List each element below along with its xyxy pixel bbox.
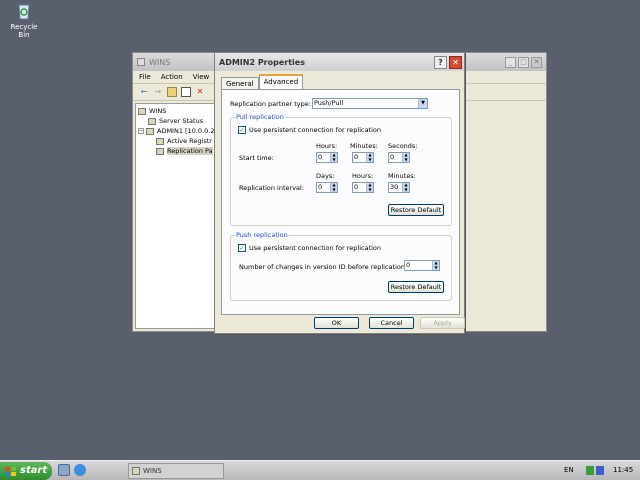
internet-explorer-icon[interactable]: [74, 464, 86, 476]
partner-type-select[interactable]: Push/Pull ▼: [312, 98, 428, 109]
start-seconds-spinner[interactable]: 0 ▲ ▼: [388, 152, 410, 163]
close-button[interactable]: ✕: [531, 56, 542, 68]
clock[interactable]: 11:45: [613, 466, 633, 474]
server-status-icon: [148, 117, 156, 125]
interval-days-header: Days:: [316, 172, 335, 180]
interval-hours-header: Hours:: [352, 172, 374, 180]
changes-spinner[interactable]: 0 ▲ ▼: [404, 260, 440, 271]
pull-persistent-checkbox[interactable]: ✓ Use persistent connection for replicat…: [238, 126, 381, 134]
volume-icon[interactable]: [596, 466, 604, 475]
tree-node-wins[interactable]: WINS: [138, 106, 214, 116]
start-button[interactable]: start: [0, 462, 52, 480]
changes-label: Number of changes in version ID before r…: [239, 263, 408, 271]
start-minutes-spinner[interactable]: 0 ▲ ▼: [352, 152, 374, 163]
wins-app-icon: [137, 58, 145, 66]
help-button[interactable]: ?: [434, 55, 447, 69]
start-time-label: Start time:: [239, 154, 274, 162]
delete-icon[interactable]: ✕: [195, 87, 205, 97]
pull-restore-default-button[interactable]: Restore Default: [388, 204, 444, 216]
collapse-toggle-icon[interactable]: −: [138, 128, 144, 134]
cancel-button[interactable]: Cancel: [369, 317, 414, 329]
dialog-title: ADMIN2 Properties: [219, 57, 305, 67]
interval-minutes-spinner[interactable]: 30 ▲ ▼: [388, 182, 410, 193]
ok-button[interactable]: OK: [314, 317, 359, 329]
up-folder-icon[interactable]: [167, 87, 177, 97]
interval-minutes-header: Minutes:: [388, 172, 416, 180]
recycle-bin-icon[interactable]: Recycle Bin: [4, 2, 44, 39]
tree-node-replication-partners[interactable]: Replication Pa: [138, 146, 214, 156]
wins-title: WINS: [149, 57, 171, 67]
menu-view[interactable]: View: [193, 73, 210, 81]
tree-node-server-status[interactable]: Server Status: [138, 116, 214, 126]
wins-app-icon: [132, 467, 140, 475]
taskbar: start WINS EN 11:45: [0, 460, 640, 480]
push-restore-default-button[interactable]: Restore Default: [388, 281, 444, 293]
show-tree-icon[interactable]: [181, 87, 191, 97]
chevron-down-icon[interactable]: ▼: [418, 99, 427, 108]
taskbar-item-wins[interactable]: WINS: [128, 463, 224, 479]
push-persistent-checkbox[interactable]: ✓ Use persistent connection for replicat…: [238, 244, 381, 252]
tab-advanced[interactable]: Advanced: [258, 74, 304, 89]
dialog-close-button[interactable]: ✕: [449, 55, 462, 69]
wins-node-icon: [138, 107, 146, 115]
interval-hours-spinner[interactable]: 0 ▲ ▼: [352, 182, 374, 193]
minimize-button[interactable]: _: [505, 56, 516, 68]
start-seconds-header: Seconds:: [388, 142, 418, 150]
start-hours-spinner[interactable]: 0 ▲ ▼: [316, 152, 338, 163]
push-group-title: Push replication: [235, 231, 289, 239]
advanced-tab-panel: Replication partner type: Push/Pull ▼ Pu…: [221, 89, 465, 355]
tab-page: Replication partner type: Push/Pull ▼ Pu…: [221, 89, 460, 315]
console-tree: WINS Server Status − ADMIN1 [10.0.0.2 Ac…: [135, 103, 217, 329]
forward-arrow-icon[interactable]: →: [153, 87, 163, 97]
start-minutes-header: Minutes:: [350, 142, 378, 150]
trash-icon: [16, 2, 32, 20]
properties-dialog[interactable]: ADMIN2 Properties ? ✕ General Advanced R…: [214, 52, 465, 334]
back-arrow-icon[interactable]: ←: [139, 87, 149, 97]
tree-node-active-registrations[interactable]: Active Registr: [138, 136, 214, 146]
dialog-tabs: General Advanced: [221, 74, 304, 90]
network-icon[interactable]: [586, 466, 594, 475]
language-indicator[interactable]: EN: [564, 466, 574, 474]
recycle-bin-label: Recycle Bin: [10, 23, 38, 39]
dialog-title-bar[interactable]: ADMIN2 Properties ? ✕: [215, 53, 464, 71]
start-hours-header: Hours:: [316, 142, 338, 150]
replication-icon: [156, 147, 164, 155]
server-icon: [146, 127, 154, 135]
menu-file[interactable]: File: [139, 73, 151, 81]
folder-icon: [156, 137, 164, 145]
show-desktop-icon[interactable]: [58, 464, 70, 476]
partner-type-label: Replication partner type:: [230, 100, 311, 108]
maximize-button[interactable]: □: [518, 56, 529, 68]
quick-launch: [58, 464, 86, 476]
pull-group-title: Pull replication: [235, 113, 285, 121]
windows-logo-icon: [5, 466, 16, 476]
tree-node-admin1[interactable]: − ADMIN1 [10.0.0.2: [138, 126, 214, 136]
checkmark-icon: ✓: [238, 126, 246, 134]
interval-label: Replication interval:: [239, 184, 305, 192]
system-tray: EN 11:45: [558, 463, 640, 479]
checkmark-icon: ✓: [238, 244, 246, 252]
interval-days-spinner[interactable]: 0 ▲ ▼: [316, 182, 338, 193]
menu-action[interactable]: Action: [161, 73, 183, 81]
apply-button[interactable]: Apply: [420, 317, 465, 329]
